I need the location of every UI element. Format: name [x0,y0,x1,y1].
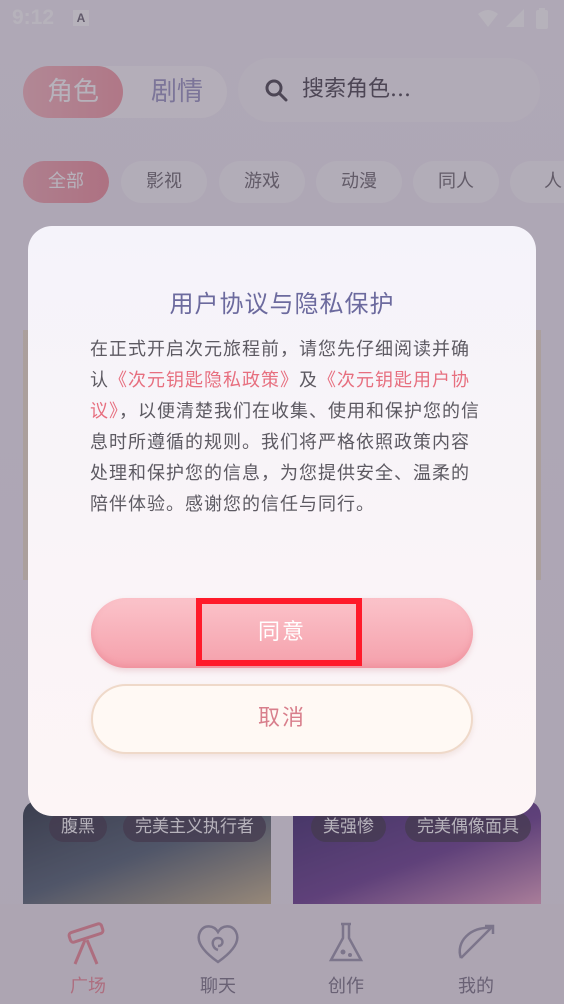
dialog-title: 用户协议与隐私保护 [169,290,395,318]
cancel-button[interactable]: 取消 [91,684,473,754]
privacy-policy-link[interactable]: 《次元钥匙隐私政策》 [109,370,299,391]
agree-highlight-box [196,598,362,666]
privacy-dialog: 用户协议与隐私保护 在正式开启次元旅程前，请您先仔细阅读并确认《次元钥匙隐私政策… [28,226,536,816]
dialog-body: 在正式开启次元旅程前，请您先仔细阅读并确认《次元钥匙隐私政策》及《次元钥匙用户协… [90,334,480,520]
dialog-text: 及 [299,370,318,391]
dialog-text: ，以便清楚我们在收集、使用和保护您的信息时所遵循的规则。我们将严格依照政策内容处… [90,401,480,515]
